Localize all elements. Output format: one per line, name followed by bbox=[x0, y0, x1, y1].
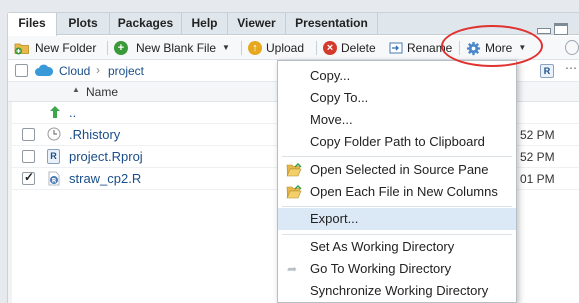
menu-item-move[interactable]: Move... bbox=[278, 109, 516, 131]
upload-button[interactable]: ↑ Upload bbox=[248, 39, 304, 57]
arrow-right-icon: ➦ bbox=[287, 262, 298, 276]
file-modified: 01 PM bbox=[520, 172, 555, 186]
menu-item-copy[interactable]: Copy... bbox=[278, 65, 516, 87]
new-blank-file-label: New Blank File bbox=[136, 41, 217, 55]
new-blank-file-button[interactable]: + New Blank File ▼ bbox=[114, 39, 230, 57]
up-arrow-icon bbox=[50, 106, 60, 118]
file-checkbox[interactable] bbox=[22, 128, 35, 141]
menu-item-go-to-working-directory[interactable]: ➦ Go To Working Directory bbox=[278, 258, 516, 280]
chevron-down-icon: ▼ bbox=[222, 43, 230, 52]
file-name[interactable]: .. bbox=[69, 105, 76, 120]
maximize-pane-button[interactable] bbox=[554, 23, 568, 35]
left-gutter bbox=[8, 102, 12, 303]
folder-plus-icon bbox=[14, 43, 29, 55]
delete-icon: × bbox=[323, 41, 337, 55]
delete-label: Delete bbox=[341, 41, 376, 55]
refresh-icon[interactable] bbox=[565, 40, 579, 55]
toolbar-divider bbox=[241, 41, 242, 55]
menu-item-label: Go To Working Directory bbox=[310, 261, 452, 276]
r-project-icon[interactable]: R bbox=[540, 64, 554, 78]
menu-separator bbox=[282, 206, 512, 207]
menu-item-open-in-source[interactable]: Open Selected in Source Pane bbox=[278, 159, 516, 181]
minimize-pane-button[interactable] bbox=[537, 28, 551, 34]
menu-item-synchronize-working-directory[interactable]: Synchronize Working Directory bbox=[278, 280, 516, 302]
open-folder-icon bbox=[286, 185, 302, 199]
file-name[interactable]: straw_cp2.R bbox=[69, 171, 141, 186]
new-folder-label: New Folder bbox=[35, 41, 97, 55]
menu-item-open-in-columns[interactable]: Open Each File in New Columns bbox=[278, 181, 516, 203]
cloud-icon bbox=[35, 64, 54, 76]
rename-icon bbox=[389, 42, 403, 54]
tab-packages[interactable]: Packages bbox=[110, 13, 182, 35]
file-checkbox[interactable] bbox=[22, 150, 35, 163]
file-name[interactable]: project.Rproj bbox=[69, 149, 143, 164]
open-folder-icon bbox=[286, 163, 302, 177]
upload-icon: ↑ bbox=[248, 41, 262, 55]
file-modified: 52 PM bbox=[520, 150, 555, 164]
select-all-checkbox[interactable] bbox=[15, 64, 28, 77]
upload-label: Upload bbox=[266, 41, 305, 55]
svg-text:R: R bbox=[52, 178, 57, 185]
menu-separator bbox=[282, 234, 512, 235]
tab-files[interactable]: Files bbox=[8, 13, 57, 36]
menu-item-copy-folder-path[interactable]: Copy Folder Path to Clipboard bbox=[278, 131, 516, 153]
file-modified: 52 PM bbox=[520, 128, 555, 142]
file-name[interactable]: .Rhistory bbox=[69, 127, 120, 142]
tab-presentation[interactable]: Presentation bbox=[286, 13, 378, 35]
menu-item-label: Open Each File in New Columns bbox=[310, 184, 498, 199]
annotation-highlight-ellipse bbox=[441, 25, 543, 67]
breadcrumb-cloud[interactable]: Cloud bbox=[59, 64, 90, 78]
column-name-header[interactable]: Name bbox=[86, 85, 118, 99]
rproj-file-icon: R bbox=[47, 149, 60, 164]
menu-item-label: Open Selected in Source Pane bbox=[310, 162, 489, 177]
sort-asc-icon[interactable]: ▲ bbox=[72, 85, 80, 94]
menu-item-copy-to[interactable]: Copy To... bbox=[278, 87, 516, 109]
breadcrumb-separator: › bbox=[96, 63, 100, 77]
tab-viewer[interactable]: Viewer bbox=[228, 13, 286, 35]
more-menu: Copy... Copy To... Move... Copy Folder P… bbox=[277, 60, 517, 303]
breadcrumb-project[interactable]: project bbox=[108, 64, 144, 78]
toolbar-divider bbox=[107, 41, 108, 55]
path-overflow-icon[interactable]: ⋯ bbox=[565, 61, 577, 75]
toolbar-divider bbox=[316, 41, 317, 55]
file-checkbox[interactable] bbox=[22, 170, 35, 185]
new-folder-button[interactable]: New Folder bbox=[14, 39, 96, 57]
r-script-icon: R bbox=[48, 171, 60, 186]
tab-help[interactable]: Help bbox=[182, 13, 228, 35]
tab-plots[interactable]: Plots bbox=[57, 13, 110, 35]
history-file-icon bbox=[47, 127, 61, 141]
menu-item-set-working-directory[interactable]: Set As Working Directory bbox=[278, 236, 516, 258]
plus-circle-icon: + bbox=[114, 41, 128, 55]
menu-item-export[interactable]: Export... bbox=[278, 208, 516, 230]
delete-button[interactable]: × Delete bbox=[323, 39, 376, 57]
menu-separator bbox=[282, 156, 512, 157]
